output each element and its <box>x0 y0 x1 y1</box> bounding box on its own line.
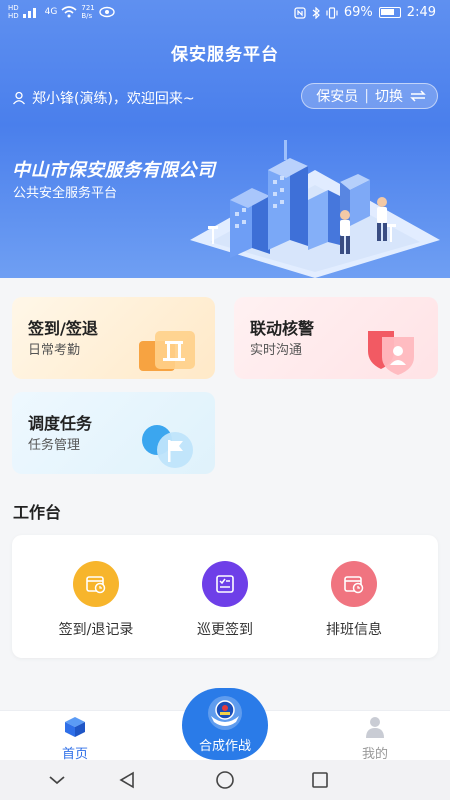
network-indicator: HD HD <box>8 4 19 20</box>
greeting-text: 郑小锋(演练)，欢迎回来~ <box>32 91 195 107</box>
user-icon <box>13 91 25 105</box>
card-title: 签到/签退 <box>28 319 98 338</box>
workbench-item-patrol-checkin[interactable]: 巡更签到 <box>165 561 285 639</box>
checklist-icon <box>202 561 248 607</box>
home-circle-icon[interactable] <box>215 770 235 790</box>
card-title: 联动核警 <box>250 319 315 338</box>
system-nav-bar <box>0 760 450 800</box>
shield-user-icon <box>368 331 414 375</box>
workbench-item-label: 巡更签到 <box>197 622 253 638</box>
card-title: 调度任务 <box>28 414 93 433</box>
card-subtitle: 实时沟通 <box>250 343 303 358</box>
network-hd-top: HD <box>8 4 19 12</box>
status-left: HD HD 4G 721 B/s <box>8 4 115 20</box>
clock-time: 2:49 <box>406 5 436 20</box>
checklist-glyph <box>216 575 234 593</box>
bluetooth-icon <box>312 6 320 19</box>
role-divider: | <box>364 88 369 104</box>
nfc-icon <box>294 6 306 19</box>
network-hd-bottom: HD <box>8 12 19 20</box>
card-linked-alert[interactable]: 联动核警 实时沟通 <box>234 297 438 379</box>
platform-subtitle: 公共安全服务平台 <box>13 186 118 201</box>
hero-header: HD HD 4G 721 B/s 69% 2:49 保安服务平台 郑小锋(演练)… <box>0 0 450 278</box>
status-right: 69% 2:49 <box>294 5 436 20</box>
chevron-down-icon[interactable] <box>47 770 67 790</box>
page-title: 保安服务平台 <box>171 45 279 65</box>
task-flag-icon <box>142 425 193 468</box>
combat-fab-label: 合成作战 <box>198 739 251 754</box>
workbench-panel: 签到/退记录 巡更签到 排班信息 <box>12 535 438 658</box>
eye-icon <box>99 6 115 18</box>
cube-icon <box>65 717 85 737</box>
battery-percent: 69% <box>343 5 373 20</box>
card-sign-in-out[interactable]: 签到/签退 日常考勤 <box>12 297 215 379</box>
vibrate-icon <box>326 6 338 19</box>
role-switch-button[interactable]: 保安员 | 切换 <box>301 83 438 109</box>
schedule-glyph <box>344 576 364 594</box>
recents-square-icon[interactable] <box>310 770 330 790</box>
clock-calendar-glyph <box>86 576 106 594</box>
card-dispatch-task[interactable]: 调度任务 任务管理 <box>12 392 215 474</box>
back-triangle-icon[interactable] <box>118 770 138 790</box>
city-guards-illustration <box>190 140 440 278</box>
net-speed: 721 B/s <box>81 4 94 20</box>
clock-calendar-icon <box>73 561 119 607</box>
workbench-item-label: 签到/退记录 <box>58 622 134 638</box>
switch-arrows-icon <box>410 90 426 102</box>
switch-label: 切换 <box>375 89 403 105</box>
combat-fab-button[interactable]: 合成作战 <box>182 688 268 760</box>
signal-icon <box>22 8 36 18</box>
company-name: 中山市保安服务有限公司 <box>12 160 216 181</box>
workbench-item-shift-schedule[interactable]: 排班信息 <box>294 561 414 639</box>
tab-mine[interactable]: 我的 <box>335 715 415 762</box>
signal-label: 4G <box>44 7 58 17</box>
net-speed-unit: B/s <box>81 12 93 20</box>
role-label: 保安员 <box>316 89 359 105</box>
tab-home[interactable]: 首页 <box>35 715 115 762</box>
clock-in-icon <box>139 331 195 371</box>
workbench-title: 工作台 <box>13 503 62 522</box>
greeting: 郑小锋(演练)，欢迎回来~ <box>12 88 195 108</box>
battery-icon <box>378 7 401 18</box>
workbench-item-label: 排班信息 <box>326 622 382 638</box>
workbench-item-checkin-records[interactable]: 签到/退记录 <box>36 561 156 639</box>
card-subtitle: 日常考勤 <box>28 343 81 358</box>
net-speed-value: 721 <box>81 4 95 12</box>
card-subtitle: 任务管理 <box>28 438 81 453</box>
wifi-icon <box>61 6 77 18</box>
schedule-icon <box>331 561 377 607</box>
police-emblem-icon <box>208 696 242 730</box>
status-bar: HD HD 4G 721 B/s 69% 2:49 <box>0 0 450 28</box>
person-icon <box>366 717 384 738</box>
